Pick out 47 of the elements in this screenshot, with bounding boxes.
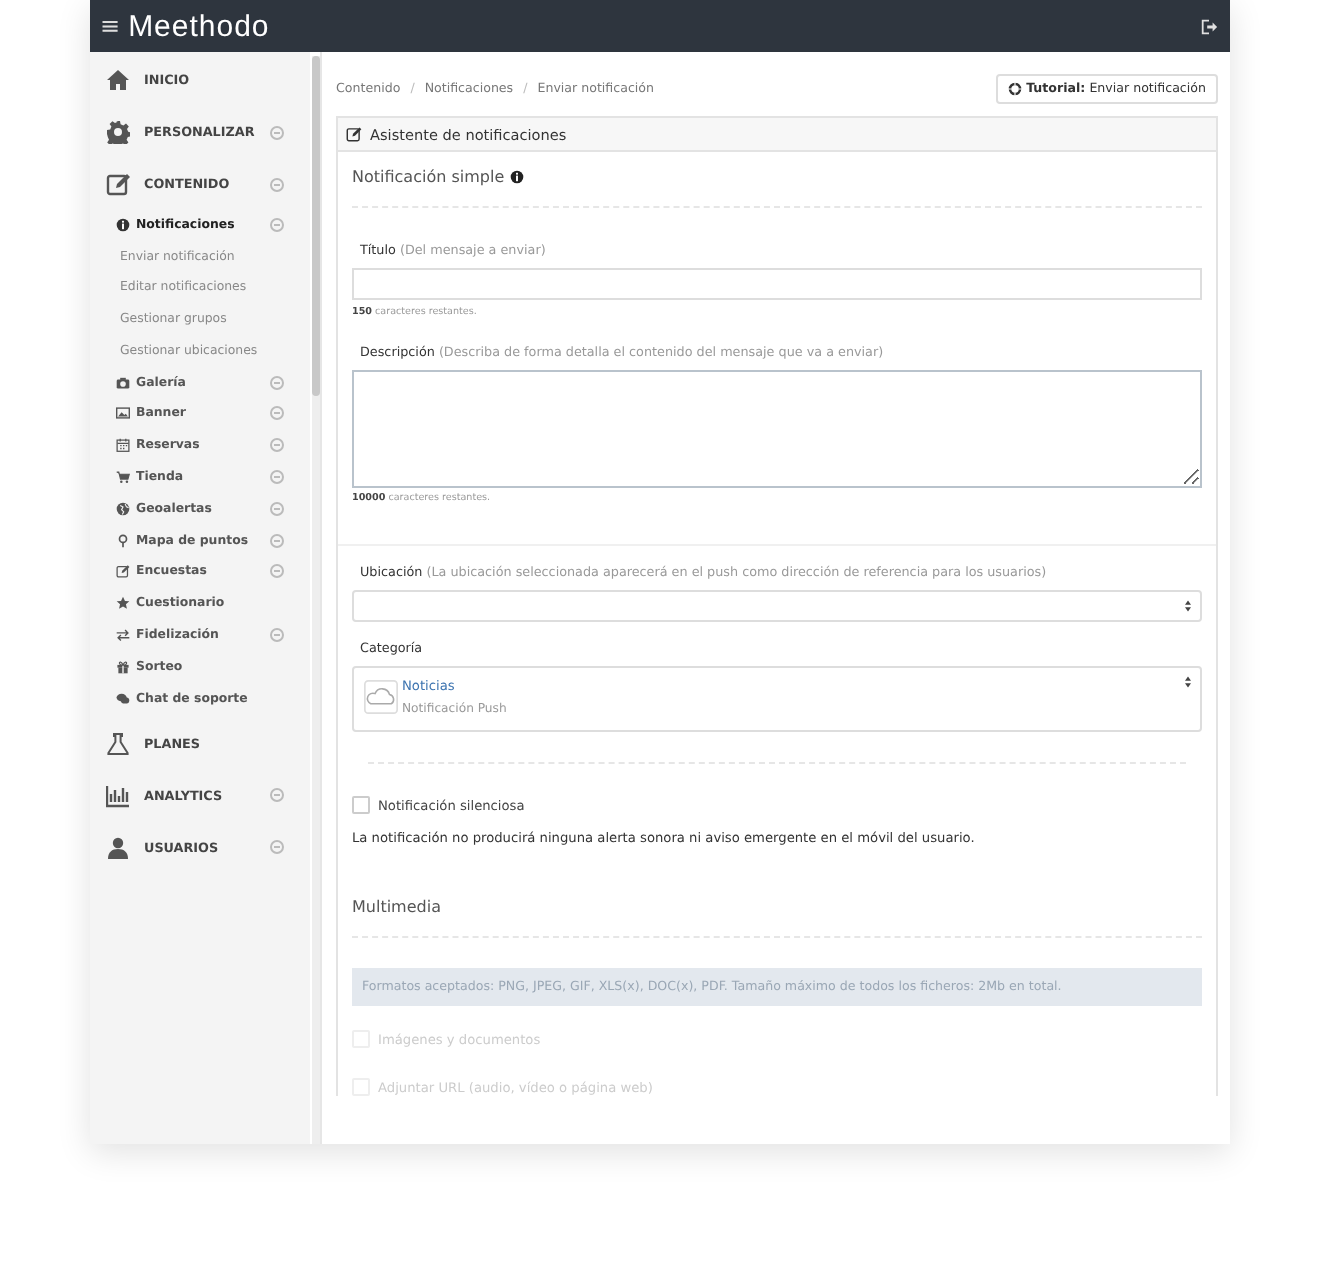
info-icon[interactable]: [510, 170, 525, 184]
silent-checkbox[interactable]: [352, 796, 370, 814]
globe-icon: [116, 501, 130, 516]
chart-icon: [106, 783, 130, 808]
star-icon: [116, 596, 130, 611]
collapse-icon[interactable]: [270, 788, 284, 803]
collapse-icon[interactable]: [270, 218, 284, 233]
collapse-icon[interactable]: [270, 177, 284, 191]
cart-icon: [116, 469, 130, 484]
info-icon: [116, 218, 130, 233]
chat-icon: [116, 691, 130, 706]
collapse-icon[interactable]: [270, 533, 284, 548]
collapse-icon[interactable]: [270, 627, 284, 642]
edit-icon: [106, 172, 130, 196]
image-icon: [116, 406, 130, 421]
collapse-icon[interactable]: [270, 406, 284, 421]
logo[interactable]: Meethodo: [128, 9, 270, 43]
lifebuoy-icon: [1008, 81, 1023, 95]
home-icon: [106, 68, 130, 92]
collapse-icon[interactable]: [270, 125, 284, 139]
collapse-icon[interactable]: [270, 375, 284, 390]
collapse-icon[interactable]: [270, 840, 284, 855]
title-input[interactable]: [352, 268, 1202, 300]
camera-icon: [116, 375, 130, 390]
collapse-icon[interactable]: [270, 564, 284, 579]
gift-icon: [116, 659, 130, 674]
description-textarea[interactable]: [352, 370, 1202, 488]
collapse-icon[interactable]: [270, 469, 284, 484]
section-title: Notificación simple: [352, 168, 505, 186]
collapse-icon[interactable]: [270, 438, 284, 453]
edit-icon: [346, 126, 362, 142]
scrollbar[interactable]: [312, 56, 320, 1144]
sort-icon: [1184, 600, 1192, 612]
menu-icon[interactable]: ≡: [100, 12, 121, 40]
cloud-icon: [364, 680, 398, 714]
user-icon: [106, 835, 130, 860]
calendar-icon: [116, 438, 130, 453]
logout-icon[interactable]: [1200, 17, 1218, 35]
flask-icon: [106, 731, 130, 756]
edit-icon: [116, 564, 130, 579]
pin-icon: [116, 533, 130, 548]
collapse-icon[interactable]: [270, 501, 284, 516]
location-select[interactable]: [352, 590, 1202, 622]
section-title: Multimedia: [352, 898, 441, 916]
arrows-icon: [116, 627, 130, 642]
sort-icon: [1184, 676, 1192, 688]
gear-icon: [106, 120, 130, 144]
